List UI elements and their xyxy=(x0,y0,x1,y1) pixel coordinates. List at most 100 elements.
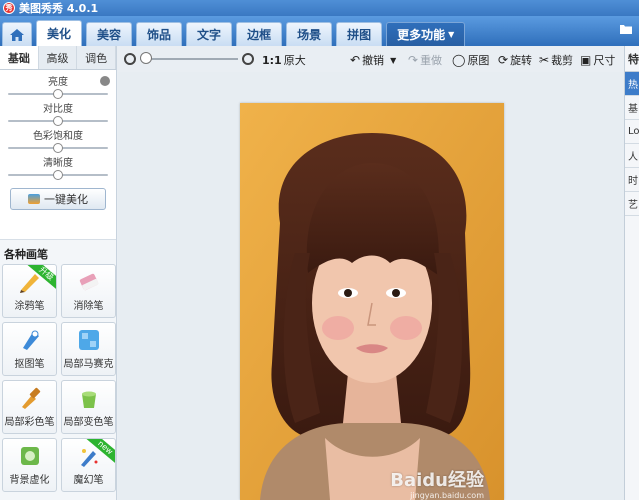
effect-category-art[interactable]: 艺 xyxy=(625,192,639,216)
resize-icon: ▣ xyxy=(580,53,592,67)
saturation-slider-group: 色彩饱和度 xyxy=(4,130,112,153)
rotate-icon: ⟳ xyxy=(498,53,509,67)
effects-header: 特 xyxy=(625,46,639,72)
brush-label: 涂鸦笔 xyxy=(14,301,45,312)
zoom-out-icon[interactable] xyxy=(124,53,136,65)
magic-icon xyxy=(28,194,40,204)
saturation-slider-knob[interactable] xyxy=(53,143,63,153)
app-logo-icon: 秀 xyxy=(3,2,15,14)
brush-recolor[interactable]: 局部变色笔 xyxy=(61,380,116,434)
title-bar: 秀 美图秀秀 4.0.1 xyxy=(0,0,639,16)
brightness-slider-group: 亮度 xyxy=(4,76,112,99)
blur-icon xyxy=(20,447,39,465)
effect-category-fashion[interactable]: 时 xyxy=(625,168,639,192)
brush-bg-blur[interactable]: 背景虚化 xyxy=(2,438,57,492)
brush-label: 局部马赛克 xyxy=(63,359,114,370)
home-button[interactable] xyxy=(2,22,32,46)
mosaic-icon xyxy=(78,330,99,350)
more-features-button[interactable]: 更多功能 ▼ xyxy=(386,22,466,46)
sharpness-slider-knob[interactable] xyxy=(53,170,63,180)
effect-category-lomo[interactable]: Lo xyxy=(625,120,639,144)
eraser-icon xyxy=(79,273,98,291)
original-size-label: 原大 xyxy=(283,54,306,67)
effect-category-basic[interactable]: 基 xyxy=(625,96,639,120)
brush-mosaic[interactable]: 局部马赛克 xyxy=(61,322,116,376)
brush-label: 消除笔 xyxy=(73,301,104,312)
color-brush-icon xyxy=(21,387,40,409)
portrait-image xyxy=(240,103,504,500)
effect-category-portrait[interactable]: 人 xyxy=(625,144,639,168)
one-to-one-label: 1:1 xyxy=(262,53,282,67)
brush-label: 局部变色笔 xyxy=(63,417,114,428)
image-canvas[interactable]: Baidu经验 jingyan.baidu.com xyxy=(118,72,624,500)
folder-icon[interactable] xyxy=(619,23,633,37)
brightness-label: 亮度 xyxy=(48,77,68,88)
contrast-slider[interactable] xyxy=(8,116,108,126)
actual-size-button[interactable]: 1:1 原大 xyxy=(262,52,306,68)
brush-magic[interactable]: 魔幻笔 new xyxy=(61,438,116,492)
redo-button[interactable]: ↷ 重做 xyxy=(408,52,442,68)
subtab-advanced[interactable]: 高级 xyxy=(38,46,78,69)
brush-label: 魔幻笔 xyxy=(73,475,104,486)
sharpness-slider[interactable] xyxy=(8,170,108,180)
sharpness-label: 清晰度 xyxy=(43,158,73,169)
brush-eraser[interactable]: 消除笔 xyxy=(61,264,116,318)
one-click-beautify-label: 一键美化 xyxy=(44,193,88,206)
brush-label: 背景虚化 xyxy=(9,475,50,486)
one-click-beautify-button[interactable]: 一键美化 xyxy=(10,188,106,210)
brush-label: 局部彩色笔 xyxy=(4,417,55,428)
tab-beautify[interactable]: 美化 xyxy=(36,20,83,46)
saturation-label: 色彩饱和度 xyxy=(33,131,83,142)
original-button[interactable]: ◯ 原图 xyxy=(452,52,489,68)
resize-label: 尺寸 xyxy=(593,54,616,67)
undo-dropdown-icon[interactable]: ▼ xyxy=(390,56,396,65)
tab-accessories[interactable]: 饰品 xyxy=(136,22,183,46)
zoom-slider[interactable] xyxy=(140,58,238,60)
brush-cutout[interactable]: 抠图笔 xyxy=(2,322,57,376)
right-panel: 特 热 基 Lo 人 时 艺 xyxy=(624,46,639,500)
more-features-label: 更多功能 xyxy=(397,28,446,42)
brush-color[interactable]: 局部彩色笔 xyxy=(2,380,57,434)
rotate-button[interactable]: ⟳ 旋转 xyxy=(498,52,532,68)
sharpness-slider-group: 清晰度 xyxy=(4,157,112,180)
subtab-color[interactable]: 调色 xyxy=(77,46,117,69)
cutout-pen-icon xyxy=(22,330,39,350)
main-nav: 美化 美容 饰品 文字 边框 场景 拼图 更多功能 ▼ xyxy=(0,16,639,46)
zoom-slider-knob[interactable] xyxy=(140,52,152,64)
resize-button[interactable]: ▣ 尺寸 xyxy=(580,52,615,68)
effect-category-hot[interactable]: 热 xyxy=(625,72,639,96)
brushes-title: 各种画笔 xyxy=(4,248,48,261)
undo-icon: ↶ xyxy=(350,53,361,67)
undo-button[interactable]: ↶ 撤销 ▼ xyxy=(350,52,396,68)
image-toolbar: 1:1 原大 ↶ 撤销 ▼ ↷ 重做 ◯ 原图 ⟳ 旋转 ✂ 裁剪 ▣ 尺寸 xyxy=(118,46,624,72)
contrast-slider-knob[interactable] xyxy=(53,116,63,126)
contrast-slider-group: 对比度 xyxy=(4,103,112,126)
adjust-subtabs: 基础 高级 调色 xyxy=(0,46,117,70)
brush-grid: 涂鸦笔 升级 消除笔 抠图笔 局部马赛克 局部彩色笔 局部变色笔 背景虚化 魔幻… xyxy=(0,264,116,492)
rotate-label: 旋转 xyxy=(510,54,533,67)
brush-label: 抠图笔 xyxy=(14,359,45,370)
tab-beauty[interactable]: 美容 xyxy=(86,22,133,46)
window-title: 美图秀秀 4.0.1 xyxy=(19,2,99,15)
redo-label: 重做 xyxy=(420,54,443,67)
subtab-basic[interactable]: 基础 xyxy=(0,46,39,69)
brightness-slider[interactable] xyxy=(8,89,108,99)
reset-icon[interactable] xyxy=(100,76,110,86)
brightness-slider-knob[interactable] xyxy=(53,89,63,99)
adjust-sliders: 亮度 对比度 色彩饱和度 清晰度 一键美化 xyxy=(0,70,116,240)
tab-collage[interactable]: 拼图 xyxy=(336,22,383,46)
saturation-slider[interactable] xyxy=(8,143,108,153)
tab-scene[interactable]: 场景 xyxy=(286,22,333,46)
undo-label: 撤销 xyxy=(362,54,385,67)
redo-icon: ↷ xyxy=(408,53,419,67)
contrast-label: 对比度 xyxy=(43,104,73,115)
paint-bucket-icon xyxy=(81,391,96,408)
tab-text[interactable]: 文字 xyxy=(186,22,233,46)
tab-frame[interactable]: 边框 xyxy=(236,22,283,46)
brush-doodle[interactable]: 涂鸦笔 升级 xyxy=(2,264,57,318)
zoom-in-icon[interactable] xyxy=(242,53,254,65)
crop-button[interactable]: ✂ 裁剪 xyxy=(539,52,573,68)
portrait-photo[interactable]: Baidu经验 jingyan.baidu.com xyxy=(240,103,504,500)
left-panel: 基础 高级 调色 亮度 对比度 色彩饱和度 清晰度 一键美化 各种画笔 涂鸦笔 xyxy=(0,46,117,500)
crop-label: 裁剪 xyxy=(551,54,574,67)
